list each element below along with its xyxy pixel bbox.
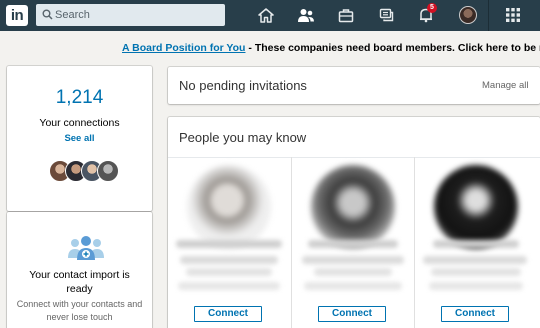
my-network-icon[interactable] (294, 4, 318, 26)
notifications-icon[interactable]: 5 (414, 3, 438, 26)
blurred-name (308, 240, 398, 248)
me-menu[interactable] (456, 4, 480, 26)
blurred-headline (431, 268, 521, 276)
connect-button[interactable]: Connect (441, 306, 509, 322)
search-icon (42, 9, 53, 20)
profile-photo[interactable] (311, 165, 395, 249)
connections-label: Your connections (39, 117, 120, 129)
person-card[interactable]: Connect (291, 157, 413, 328)
apps-grid-icon[interactable] (501, 4, 525, 26)
announcement-message[interactable]: - These companies need board members. Cl… (245, 42, 540, 54)
connections-card: 1,214 Your connections See all (7, 66, 152, 211)
top-nav: in 5 (0, 0, 540, 31)
blurred-mutual (178, 282, 280, 290)
blurred-headline (314, 268, 392, 276)
blurred-headline (186, 268, 272, 276)
profile-photo[interactable] (187, 165, 271, 249)
blurred-name (176, 240, 282, 248)
blurred-headline (302, 256, 404, 264)
see-all-link[interactable]: See all (7, 133, 152, 144)
blurred-mutual (429, 282, 523, 290)
invitations-card: No pending invitations Manage all (168, 67, 540, 104)
invitations-title: No pending invitations (179, 78, 307, 93)
contact-import-subtitle: Connect with your contacts and never los… (16, 299, 143, 322)
jobs-icon[interactable] (334, 4, 358, 26)
messaging-icon[interactable] (375, 4, 399, 26)
announcement-bar: A Board Position for You - These compani… (0, 31, 540, 65)
contacts-import-icon (68, 236, 104, 260)
blurred-name (433, 240, 519, 248)
connection-avatars[interactable] (49, 160, 129, 184)
me-avatar (459, 6, 477, 24)
contact-import-card: Your contact import is ready Connect wit… (7, 212, 152, 328)
nav-divider (488, 0, 489, 31)
connect-button[interactable]: Connect (318, 306, 386, 322)
search-box[interactable] (36, 4, 225, 26)
notification-badge: 5 (427, 3, 437, 13)
blurred-headline (180, 256, 278, 264)
manage-all-link[interactable]: Manage all (482, 80, 528, 91)
search-input[interactable] (55, 4, 220, 26)
avatar (97, 160, 119, 182)
linkedin-logo[interactable]: in (6, 5, 28, 26)
home-icon[interactable] (254, 4, 278, 26)
person-card[interactable]: Connect (414, 157, 536, 328)
blurred-mutual (304, 282, 402, 290)
pymk-title: People you may know (179, 130, 307, 145)
announcement-link[interactable]: A Board Position for You (122, 42, 245, 54)
announcement-text: A Board Position for You - These compani… (122, 42, 540, 54)
person-card[interactable]: Connect (168, 157, 290, 328)
contact-import-title: Your contact import is ready (29, 269, 130, 295)
blurred-headline (423, 256, 527, 264)
connections-count[interactable]: 1,214 (7, 87, 152, 109)
profile-photo[interactable] (434, 165, 518, 249)
connect-button[interactable]: Connect (194, 306, 262, 322)
